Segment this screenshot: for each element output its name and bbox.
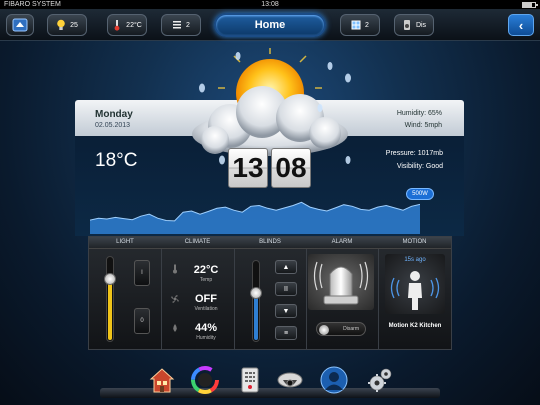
header-blinds: BLINDS bbox=[259, 239, 281, 245]
home-button[interactable]: Home bbox=[214, 13, 326, 37]
blinds-pause-button[interactable]: II bbox=[275, 282, 297, 296]
pill-blinds[interactable]: 2 bbox=[161, 14, 201, 36]
fan-icon bbox=[171, 295, 179, 303]
pill-windows-value: 2 bbox=[365, 21, 369, 29]
camera-icon[interactable] bbox=[276, 366, 304, 394]
header-climate: CLIMATE bbox=[184, 239, 211, 245]
motion-sensor-name: Motion K2 Kitchen bbox=[388, 323, 442, 329]
back-button[interactable]: ‹ bbox=[508, 14, 534, 36]
climate-vent-label: Ventilation bbox=[194, 306, 218, 312]
chevron-left-icon: ‹ bbox=[518, 17, 524, 33]
weather-visibility: Visibility: Good bbox=[396, 163, 443, 170]
column-divider bbox=[161, 249, 162, 349]
pill-blinds-value: 2 bbox=[186, 21, 190, 29]
header-motion: MOTION bbox=[402, 239, 427, 245]
humidity-icon bbox=[173, 324, 177, 332]
current-temperature: 18°C bbox=[95, 150, 138, 171]
light-off-button[interactable]: 0 bbox=[134, 308, 150, 334]
speaker-icon bbox=[403, 20, 410, 30]
remote-icon[interactable] bbox=[236, 366, 264, 394]
blinds-icon bbox=[173, 21, 182, 29]
climate-vent-value: OFF bbox=[195, 293, 217, 305]
battery-icon bbox=[522, 2, 538, 8]
column-divider bbox=[378, 249, 379, 349]
climate-temp-label: Temp bbox=[199, 277, 213, 283]
thermometer-icon bbox=[173, 264, 177, 274]
header-light: LIGHT bbox=[116, 239, 134, 245]
climate-temp-value: 22°C bbox=[193, 264, 219, 276]
lightbulb-icon bbox=[57, 19, 65, 30]
status-time: 13:08 bbox=[261, 1, 279, 8]
header-alarm: ALARM bbox=[331, 239, 353, 245]
status-bar: FIBARO SYSTEM 13:08 bbox=[0, 0, 540, 9]
column-divider bbox=[306, 249, 307, 349]
house-grid-icon bbox=[12, 18, 28, 32]
light-dimmer-fill bbox=[108, 278, 112, 340]
disarm-toggle[interactable]: Disarm bbox=[316, 322, 366, 336]
flip-clock: 13 08 bbox=[228, 148, 311, 190]
user-icon[interactable] bbox=[320, 366, 348, 394]
blinds-menu-button[interactable]: ≡ bbox=[275, 326, 297, 340]
house-icon[interactable] bbox=[148, 366, 176, 394]
weather-humidity: Humidity: 65% bbox=[396, 110, 442, 117]
pill-lights-value: 25 bbox=[70, 21, 78, 29]
toggle-knob bbox=[319, 325, 329, 335]
light-on-button[interactable]: I bbox=[134, 260, 150, 286]
climate-humidity-value: 44% bbox=[194, 322, 218, 334]
thermometer-icon bbox=[114, 20, 120, 31]
pill-audio-value: Dis bbox=[415, 21, 427, 29]
blinds-up-button[interactable]: ▲ bbox=[275, 260, 297, 274]
clock-hours: 13 bbox=[228, 148, 268, 188]
top-nav-bar: 25 22°C 2 Home 2 Dis ‹ bbox=[0, 9, 540, 41]
power-badge: 500W bbox=[406, 188, 434, 200]
fibaro-logo-button[interactable] bbox=[6, 14, 34, 36]
window-icon bbox=[351, 20, 361, 30]
column-divider bbox=[234, 249, 235, 349]
power-area bbox=[90, 202, 420, 234]
weather-pressure: Pressure: 1017mb bbox=[385, 150, 443, 157]
weather-date: 02.05.2013 bbox=[95, 122, 131, 129]
weather-wind: Wind: 5mph bbox=[404, 122, 442, 129]
motion-last-seen: 15s ago bbox=[404, 257, 426, 263]
disarm-label: Disarm bbox=[343, 326, 359, 332]
blinds-position-fill bbox=[254, 293, 258, 340]
pill-windows[interactable]: 2 bbox=[340, 14, 380, 36]
alarm-panel bbox=[308, 254, 374, 310]
person-motion-icon bbox=[390, 271, 440, 310]
light-dimmer-knob[interactable] bbox=[104, 272, 116, 285]
pill-audio[interactable]: Dis bbox=[394, 14, 434, 36]
pill-temperature-value: 22°C bbox=[126, 21, 142, 29]
weather-day: Monday bbox=[95, 109, 133, 120]
climate-humidity-label: Humidity bbox=[196, 335, 216, 341]
siren-icon bbox=[313, 261, 369, 305]
settings-icon[interactable] bbox=[366, 366, 394, 394]
color-wheel-icon[interactable] bbox=[191, 366, 219, 394]
pill-temperature[interactable]: 22°C bbox=[107, 14, 147, 36]
power-usage-chart bbox=[90, 201, 420, 234]
blinds-position-slider[interactable] bbox=[252, 260, 260, 342]
motion-panel bbox=[385, 254, 445, 314]
blinds-down-button[interactable]: ▼ bbox=[275, 304, 297, 318]
pill-lights[interactable]: 25 bbox=[47, 14, 87, 36]
light-dimmer-slider[interactable] bbox=[106, 256, 114, 342]
clock-minutes: 08 bbox=[271, 148, 311, 188]
dashboard-header: LIGHT CLIMATE BLINDS ALARM MOTION bbox=[89, 237, 451, 249]
